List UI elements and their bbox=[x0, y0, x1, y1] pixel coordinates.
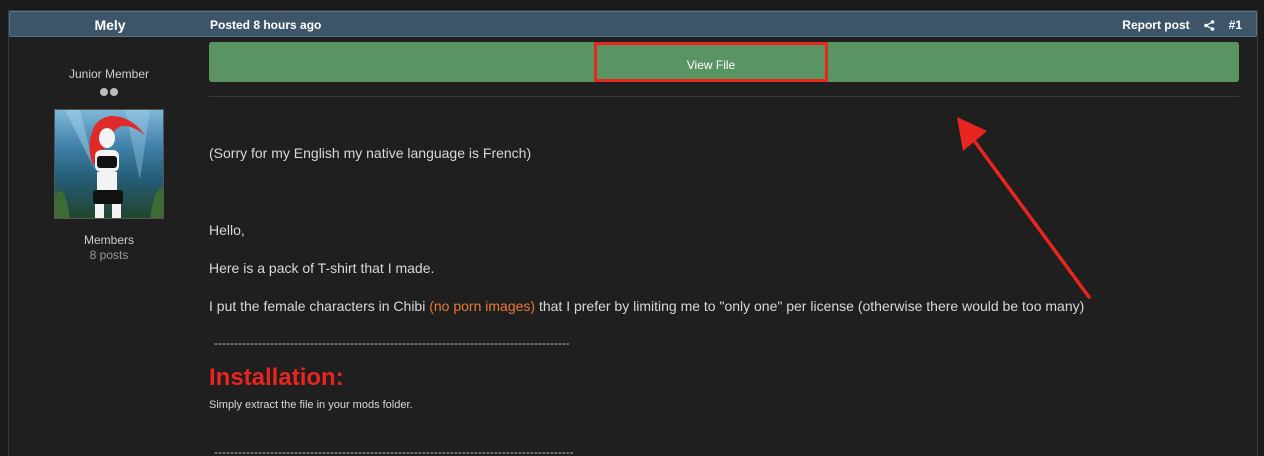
pack-description: Here is a pack of T-shirt that I made. bbox=[209, 260, 435, 276]
separator-line: ----------------------------------------… bbox=[214, 445, 574, 456]
no-porn-highlight: (no porn images) bbox=[429, 298, 536, 314]
post-number-link[interactable]: #1 bbox=[1229, 18, 1242, 32]
rank-pip bbox=[100, 88, 108, 96]
rank-pips bbox=[9, 83, 209, 101]
member-group: Members bbox=[83, 233, 134, 247]
view-file-button[interactable]: View File bbox=[594, 42, 828, 82]
author-panel: Junior Member Members 8 posts bbox=[9, 37, 209, 456]
view-file-bar: View File bbox=[209, 42, 1239, 82]
annotation-arrow bbox=[957, 117, 1091, 299]
greeting-text: Hello, bbox=[209, 222, 245, 238]
post-header-actions: Report post #1 bbox=[1122, 12, 1242, 38]
content-divider bbox=[209, 96, 1239, 97]
posted-time[interactable]: Posted 8 hours ago bbox=[210, 12, 321, 38]
report-post-link[interactable]: Report post bbox=[1122, 18, 1189, 32]
installation-heading: Installation: bbox=[209, 364, 344, 391]
avatar[interactable] bbox=[54, 109, 164, 219]
forum-post: Mely Posted 8 hours ago Report post #1 J… bbox=[8, 10, 1258, 456]
rank-pip bbox=[110, 88, 118, 96]
member-rank: Junior Member bbox=[68, 67, 150, 81]
installation-text: Simply extract the file in your mods fol… bbox=[209, 399, 413, 411]
post-header: Mely Posted 8 hours ago Report post #1 bbox=[9, 11, 1257, 37]
post-content: View File (Sorry for my English my nativ… bbox=[209, 37, 1239, 456]
share-icon[interactable] bbox=[1203, 19, 1215, 31]
post-count: 8 posts bbox=[89, 248, 129, 262]
author-name-link[interactable]: Mely bbox=[10, 12, 210, 38]
chibi-paragraph: I put the female characters in Chibi (no… bbox=[209, 298, 1084, 314]
chibi-text-end: that I prefer by limiting me to "only on… bbox=[535, 298, 1085, 314]
separator-line: ----------------------------------------… bbox=[214, 336, 570, 350]
apology-text: (Sorry for my English my native language… bbox=[209, 145, 532, 161]
chibi-text-start: I put the female characters in Chibi bbox=[209, 298, 430, 314]
